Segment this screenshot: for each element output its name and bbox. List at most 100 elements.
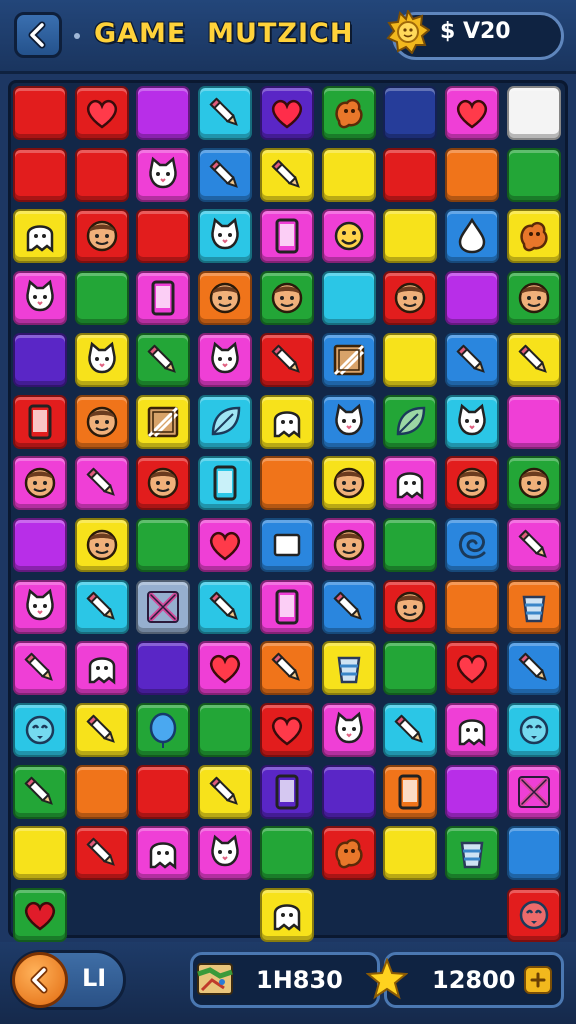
game-tile[interactable] [445, 826, 499, 880]
game-tile[interactable] [445, 148, 499, 202]
game-tile[interactable] [136, 765, 190, 819]
game-tile[interactable] [260, 395, 314, 449]
game-tile[interactable] [198, 826, 252, 880]
game-tile[interactable] [75, 395, 129, 449]
game-tile[interactable] [198, 703, 252, 757]
game-tile[interactable] [445, 333, 499, 387]
game-tile[interactable] [383, 703, 437, 757]
game-tile[interactable] [445, 765, 499, 819]
game-tile[interactable] [383, 271, 437, 325]
game-tile[interactable] [507, 580, 561, 634]
game-tile[interactable] [75, 456, 129, 510]
game-tile[interactable] [507, 518, 561, 572]
game-tile[interactable] [507, 456, 561, 510]
game-tile[interactable] [198, 395, 252, 449]
game-tile[interactable] [13, 456, 67, 510]
game-tile[interactable] [507, 209, 561, 263]
game-tile[interactable] [383, 86, 437, 140]
game-tile[interactable] [136, 456, 190, 510]
game-tile[interactable] [13, 518, 67, 572]
game-tile[interactable] [260, 641, 314, 695]
game-tile[interactable] [136, 86, 190, 140]
game-tile[interactable] [136, 271, 190, 325]
game-tile[interactable] [13, 333, 67, 387]
game-tile[interactable] [383, 518, 437, 572]
game-tile[interactable] [198, 456, 252, 510]
game-tile[interactable] [13, 148, 67, 202]
game-tile[interactable] [383, 209, 437, 263]
game-tile[interactable] [13, 641, 67, 695]
game-tile[interactable] [507, 86, 561, 140]
game-tile[interactable] [136, 209, 190, 263]
game-tile[interactable] [445, 209, 499, 263]
game-tile[interactable] [507, 765, 561, 819]
game-tile[interactable] [507, 826, 561, 880]
game-tile[interactable] [136, 333, 190, 387]
game-tile[interactable] [260, 209, 314, 263]
game-tile[interactable] [445, 580, 499, 634]
game-tile[interactable] [507, 148, 561, 202]
game-tile[interactable] [260, 765, 314, 819]
game-tile[interactable] [198, 518, 252, 572]
game-tile[interactable] [383, 641, 437, 695]
game-tile[interactable] [13, 765, 67, 819]
game-tile[interactable] [13, 271, 67, 325]
game-tile[interactable] [322, 86, 376, 140]
game-tile[interactable] [13, 826, 67, 880]
game-tile[interactable] [322, 765, 376, 819]
plus-coin-icon[interactable] [524, 966, 552, 994]
game-tile[interactable] [445, 641, 499, 695]
game-tile[interactable] [198, 209, 252, 263]
game-tile[interactable] [322, 395, 376, 449]
game-tile[interactable] [75, 765, 129, 819]
game-tile[interactable] [198, 148, 252, 202]
back-button[interactable] [14, 12, 62, 58]
game-tile[interactable] [383, 580, 437, 634]
game-tile[interactable] [75, 209, 129, 263]
game-tile[interactable] [383, 333, 437, 387]
game-tile[interactable] [75, 641, 129, 695]
game-tile[interactable] [136, 580, 190, 634]
game-tile[interactable] [75, 86, 129, 140]
game-tile[interactable] [383, 148, 437, 202]
game-tile[interactable] [445, 86, 499, 140]
game-tile[interactable] [198, 271, 252, 325]
game-tile[interactable] [322, 580, 376, 634]
game-tile[interactable] [260, 703, 314, 757]
game-tile[interactable] [136, 826, 190, 880]
game-tile[interactable] [75, 703, 129, 757]
game-tile[interactable] [322, 703, 376, 757]
game-tile[interactable] [383, 456, 437, 510]
game-tile[interactable] [75, 518, 129, 572]
game-tile[interactable] [260, 888, 314, 942]
game-tile[interactable] [322, 456, 376, 510]
game-tile[interactable] [322, 641, 376, 695]
game-tile[interactable] [260, 518, 314, 572]
game-tile[interactable] [445, 395, 499, 449]
game-tile[interactable] [507, 641, 561, 695]
game-tile[interactable] [136, 395, 190, 449]
game-tile[interactable] [507, 333, 561, 387]
game-tile[interactable] [260, 826, 314, 880]
game-tile[interactable] [507, 888, 561, 942]
game-tile[interactable] [198, 86, 252, 140]
game-tile[interactable] [445, 518, 499, 572]
game-tile[interactable] [136, 518, 190, 572]
game-tile[interactable] [13, 703, 67, 757]
game-tile[interactable] [260, 456, 314, 510]
footer-back-button[interactable] [12, 952, 68, 1008]
game-tile[interactable] [445, 271, 499, 325]
game-tile[interactable] [322, 333, 376, 387]
game-tile[interactable] [322, 271, 376, 325]
game-tile[interactable] [260, 580, 314, 634]
game-tile[interactable] [75, 580, 129, 634]
game-tile[interactable] [507, 271, 561, 325]
game-tile[interactable] [13, 209, 67, 263]
game-tile[interactable] [507, 703, 561, 757]
game-tile[interactable] [75, 826, 129, 880]
game-tile[interactable] [322, 826, 376, 880]
game-tile[interactable] [322, 518, 376, 572]
game-tile[interactable] [383, 826, 437, 880]
game-tile[interactable] [383, 395, 437, 449]
game-tile[interactable] [260, 333, 314, 387]
